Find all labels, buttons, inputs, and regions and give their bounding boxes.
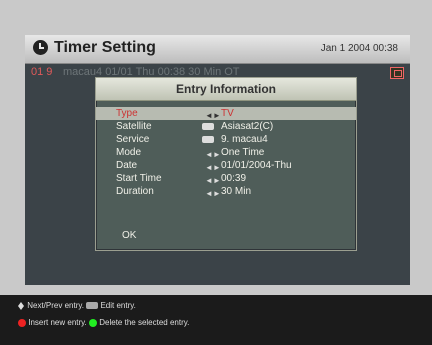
service-label: Service: [116, 134, 150, 145]
mode-value[interactable]: One Time: [221, 146, 264, 159]
help-line-navigation: Next/Prev entry. Edit entry.: [18, 301, 136, 310]
help-line-actions: Insert new entry. Delete the selected en…: [18, 318, 189, 327]
timer-setting-screen: Timer Setting Jan 1 2004 00:38 01 9 maca…: [25, 35, 410, 285]
clock-icon: [33, 40, 48, 55]
satellite-row[interactable]: Satellite Asiasat2(C): [96, 120, 356, 133]
date-row[interactable]: Date ◄► 01/01/2004-Thu: [96, 159, 356, 172]
type-label: Type: [116, 108, 138, 119]
timer-row-number: 01 9: [31, 66, 53, 78]
date-label: Date: [116, 160, 138, 171]
dialog-title: Entry Information: [96, 78, 356, 101]
title-bar: Timer Setting Jan 1 2004 00:38: [25, 35, 410, 64]
ok-icon: [86, 302, 99, 310]
red-button-icon: [18, 318, 26, 327]
duration-value[interactable]: 30 Min: [221, 185, 251, 198]
mode-label: Mode: [116, 147, 142, 158]
start-time-row[interactable]: Start Time ◄► 00:39: [96, 172, 356, 185]
start-time-label: Start Time: [116, 173, 162, 184]
left-right-arrow-icon: ◄►: [205, 189, 221, 198]
duration-row[interactable]: Duration ◄► 30 Min: [96, 185, 356, 198]
current-datetime: Jan 1 2004 00:38: [320, 43, 398, 54]
mode-row[interactable]: Mode ◄► One Time: [96, 146, 356, 159]
duration-label: Duration: [116, 186, 154, 197]
record-icon: [390, 67, 404, 79]
page-title: Timer Setting: [54, 39, 156, 56]
insert-help-text: Insert new entry.: [28, 318, 87, 327]
help-footer: Next/Prev entry. Edit entry. Insert new …: [0, 295, 432, 345]
start-time-value[interactable]: 00:39: [221, 172, 246, 185]
edit-help-text: Edit entry.: [100, 301, 136, 310]
satellite-label: Satellite: [116, 121, 152, 132]
green-button-icon: [89, 318, 98, 327]
delete-help-text: Delete the selected entry.: [99, 318, 190, 327]
ok-icon: [202, 136, 214, 143]
entry-information-dialog: Entry Information Type ◄► TV Satellite A…: [95, 77, 357, 251]
type-row[interactable]: Type ◄► TV: [96, 107, 356, 120]
type-value[interactable]: TV: [221, 107, 234, 120]
up-down-arrow-icon: [18, 301, 25, 310]
service-row[interactable]: Service 9. macau4: [96, 133, 356, 146]
next-prev-help-text: Next/Prev entry.: [27, 301, 84, 310]
satellite-value[interactable]: Asiasat2(C): [221, 120, 273, 133]
ok-button[interactable]: OK: [122, 230, 136, 241]
date-value[interactable]: 01/01/2004-Thu: [221, 159, 292, 172]
ok-icon: [202, 123, 214, 130]
service-value[interactable]: 9. macau4: [221, 133, 268, 146]
